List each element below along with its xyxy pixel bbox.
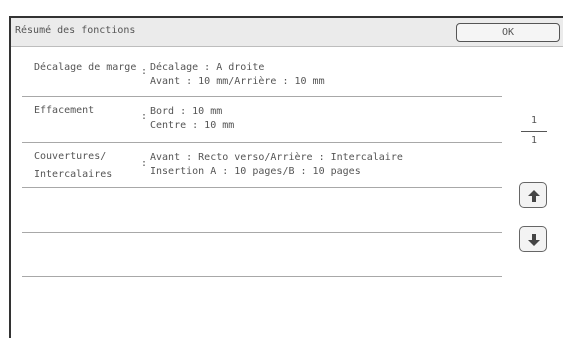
page-total: 1: [530, 135, 538, 146]
colon-separator: :: [141, 111, 148, 122]
page-current: 1: [530, 115, 538, 126]
function-label: Effacement: [34, 105, 95, 116]
scroll-down-button[interactable]: [519, 226, 547, 252]
colon-separator: :: [141, 66, 148, 77]
scroll-up-button[interactable]: [519, 182, 547, 208]
function-values: Bord : 10 mm Centre : 10 mm: [150, 105, 234, 133]
function-value: Insertion A : 10 pages/B : 10 pages: [150, 166, 361, 177]
function-value: Avant : Recto verso/Arrière : Intercalai…: [150, 152, 403, 163]
function-label-line: Intercalaires: [34, 169, 113, 180]
row-separator: [22, 187, 502, 188]
ok-button[interactable]: OK: [456, 23, 560, 42]
function-label: Couvertures/ Intercalaires: [34, 148, 112, 184]
row-separator: [22, 276, 502, 277]
dialog-title: Résumé des fonctions: [15, 25, 136, 36]
function-value: Centre : 10 mm: [150, 120, 235, 131]
function-value: Avant : 10 mm/Arrière : 10 mm: [150, 76, 325, 87]
function-label: Décalage de marge: [34, 62, 137, 73]
arrow-up-icon: [528, 190, 540, 202]
title-bar: Résumé des fonctions OK: [11, 18, 563, 47]
function-row-covers-inserts: Couvertures/ Intercalaires : Avant : Rec…: [22, 148, 502, 186]
function-values: Avant : Recto verso/Arrière : Intercalai…: [150, 151, 403, 179]
row-separator: [22, 142, 502, 143]
function-value: Décalage : A droite: [150, 62, 265, 73]
arrow-down-icon: [528, 234, 540, 246]
function-label-line: Couvertures/: [34, 151, 107, 162]
function-row-erase: Effacement : Bord : 10 mm Centre : 10 mm: [22, 102, 502, 140]
row-separator: [22, 96, 502, 97]
page-divider: [521, 131, 547, 132]
row-separator: [22, 232, 502, 233]
function-row-margin-shift: Décalage de marge : Décalage : A droite …: [22, 58, 502, 96]
colon-separator: :: [141, 158, 148, 169]
function-values: Décalage : A droite Avant : 10 mm/Arrièr…: [150, 61, 325, 89]
function-value: Bord : 10 mm: [150, 106, 223, 117]
